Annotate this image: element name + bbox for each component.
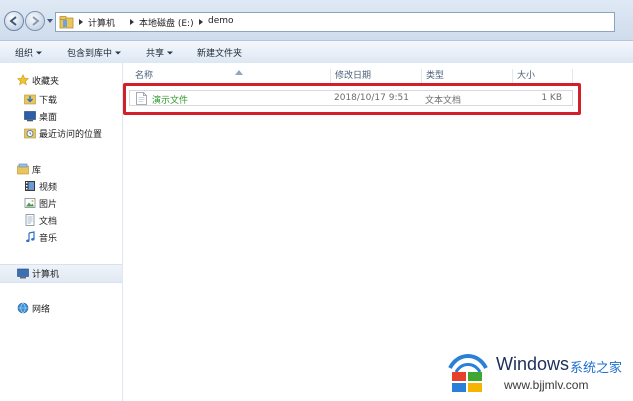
watermark-brand-cn: 系统之家 [570, 361, 623, 376]
command-bar: 组织 包含到库中 共享 新建文件夹 [0, 41, 633, 64]
breadcrumb-local-disk[interactable]: 本地磁盘 (E:) [139, 16, 194, 29]
nav-libraries[interactable]: 库 [0, 161, 122, 177]
column-header-size[interactable]: 大小 [513, 69, 573, 83]
nav-documents-label: 文档 [39, 216, 58, 227]
organize-label: 组织 [15, 49, 34, 59]
windows-logo-icon [448, 354, 488, 392]
recent-places-icon [24, 128, 36, 139]
nav-videos-label: 视频 [39, 182, 58, 193]
nav-music[interactable]: 音乐 [0, 229, 122, 245]
file-type: 文本文档 [425, 96, 462, 106]
address-bar-row: 计算机 本地磁盘 (E:) demo [0, 0, 633, 41]
breadcrumb-demo[interactable]: demo [208, 16, 234, 26]
file-name[interactable]: 演示文件 [152, 93, 188, 106]
column-header-type[interactable]: 类型 [422, 69, 513, 83]
downloads-folder-icon [24, 94, 36, 105]
nav-videos[interactable]: 视频 [0, 178, 122, 194]
address-input[interactable]: 计算机 本地磁盘 (E:) demo [55, 12, 615, 32]
watermark: Windows 系统之家 www.bjjmlv.com [444, 346, 629, 396]
nav-favorites[interactable]: 收藏夹 [0, 72, 122, 88]
documents-icon [25, 214, 35, 226]
pictures-icon [24, 198, 36, 208]
breadcrumb-separator-icon[interactable] [197, 18, 205, 26]
column-modified-label: 修改日期 [335, 71, 372, 81]
breadcrumb-separator-icon[interactable] [77, 18, 85, 26]
libraries-icon [17, 163, 29, 175]
new-folder-label: 新建文件夹 [197, 49, 243, 59]
nav-desktop-label: 桌面 [39, 112, 58, 123]
nav-libraries-label: 库 [32, 165, 42, 176]
nav-downloads[interactable]: 下载 [0, 91, 122, 107]
column-type-label: 类型 [426, 71, 445, 81]
share-label: 共享 [146, 49, 165, 59]
video-icon [25, 181, 35, 191]
nav-favorites-label: 收藏夹 [32, 76, 60, 87]
new-folder-button[interactable]: 新建文件夹 [197, 46, 242, 59]
nav-music-label: 音乐 [39, 233, 58, 244]
recent-pages-chevron-icon[interactable] [46, 17, 54, 25]
arrow-left-icon [9, 16, 17, 26]
caret-down-icon [36, 51, 43, 54]
nav-computer[interactable]: 计算机 [0, 264, 122, 283]
include-in-library-label: 包含到库中 [67, 49, 113, 59]
nav-computer-label: 计算机 [32, 270, 60, 280]
nav-network[interactable]: 网络 [0, 300, 122, 316]
include-in-library-button[interactable]: 包含到库中 [67, 46, 122, 59]
nav-pictures-label: 图片 [39, 199, 58, 210]
forward-button[interactable] [25, 11, 45, 31]
arrow-right-icon [32, 16, 40, 26]
watermark-url: www.bjjmlv.com [504, 378, 589, 392]
column-header-modified[interactable]: 修改日期 [331, 69, 422, 83]
watermark-brand: Windows [496, 354, 570, 374]
nav-pictures[interactable]: 图片 [0, 195, 122, 211]
nav-network-label: 网络 [32, 304, 51, 315]
nav-recent-label: 最近访问的位置 [39, 129, 103, 140]
file-size: 1 KB [541, 93, 562, 103]
star-icon [17, 74, 29, 86]
column-header-name[interactable]: 名称 [131, 69, 331, 83]
network-icon [17, 302, 29, 314]
computer-icon [17, 268, 29, 278]
sort-ascending-icon [235, 70, 243, 75]
organize-button[interactable]: 组织 [15, 46, 43, 59]
share-button[interactable]: 共享 [146, 46, 174, 59]
column-size-label: 大小 [517, 71, 536, 81]
nav-downloads-label: 下载 [39, 95, 58, 106]
column-name-label: 名称 [135, 71, 154, 81]
folder-icon [59, 16, 74, 29]
caret-down-icon [167, 51, 174, 54]
file-modified: 2018/10/17 9:51 [334, 93, 409, 103]
breadcrumb-computer[interactable]: 计算机 [88, 16, 115, 29]
desktop-icon [24, 111, 36, 122]
text-file-icon [136, 92, 147, 105]
back-button[interactable] [4, 11, 24, 31]
music-note-icon [26, 231, 35, 243]
nav-documents[interactable]: 文档 [0, 212, 122, 228]
nav-recent-places[interactable]: 最近访问的位置 [0, 125, 122, 141]
caret-down-icon [115, 51, 122, 54]
file-row[interactable]: 演示文件 2018/10/17 9:51 文本文档 1 KB [129, 90, 573, 106]
breadcrumb-separator-icon[interactable] [128, 18, 136, 26]
navigation-pane: 收藏夹 下载 桌面 最近访问的位置 库 视频 图片 文档 音乐 计算机 网络 [0, 63, 123, 401]
nav-desktop[interactable]: 桌面 [0, 108, 122, 124]
